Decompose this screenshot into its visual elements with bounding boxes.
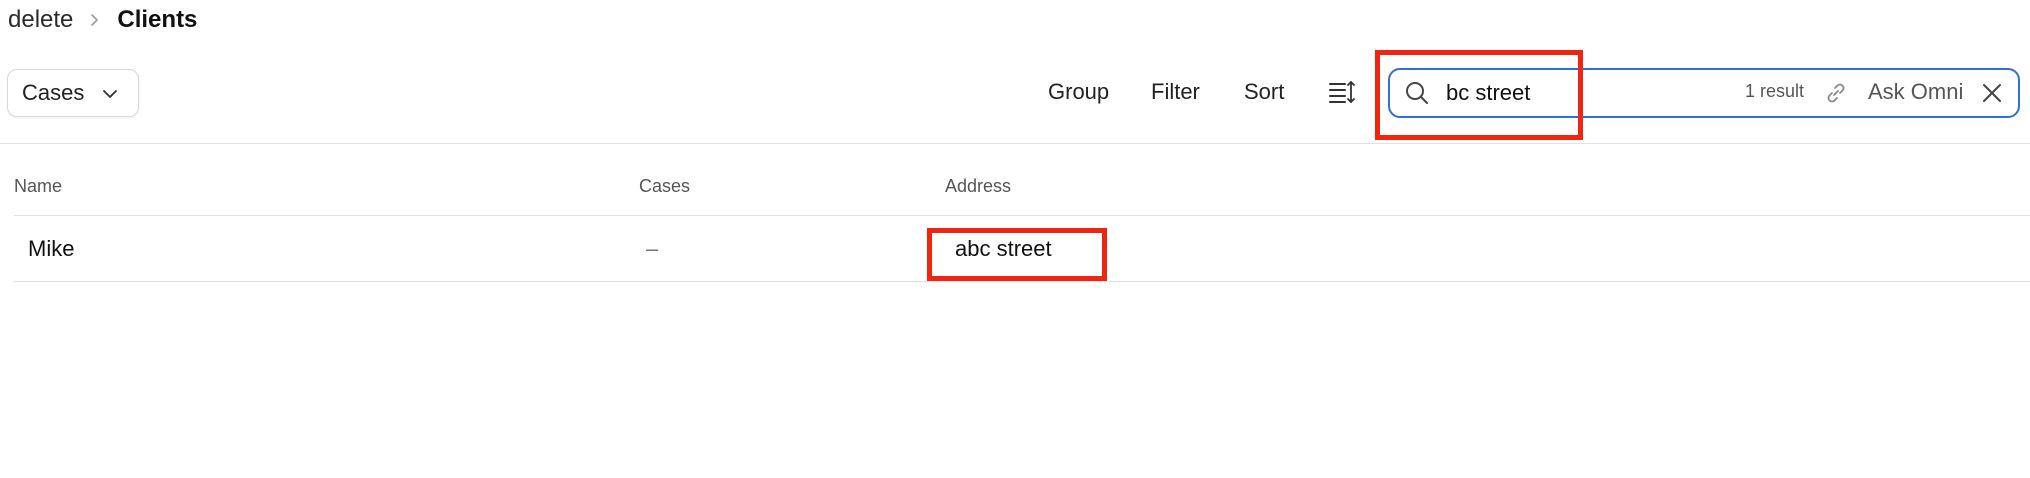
search-result-count: 1 result (1745, 81, 1805, 101)
cell-name[interactable]: Mike (28, 236, 74, 262)
breadcrumb: delete Clients (8, 2, 197, 38)
column-header-address[interactable]: Address (945, 176, 1011, 197)
ask-omni-button[interactable]: Ask Omni (1868, 79, 1963, 105)
chevron-right-icon (87, 13, 101, 27)
search-icon (1404, 80, 1430, 106)
chevron-down-icon (100, 84, 120, 104)
filter-button[interactable]: Filter (1151, 73, 1200, 111)
row-divider (14, 281, 2030, 282)
column-header-name[interactable]: Name (14, 176, 62, 197)
view-select-button[interactable]: Cases (7, 69, 139, 117)
cell-address[interactable]: abc street (955, 236, 1052, 262)
search-bar: 1 result Ask Omni (1388, 68, 2020, 118)
group-button[interactable]: Group (1048, 73, 1109, 111)
column-header-cases[interactable]: Cases (639, 176, 690, 197)
breadcrumb-parent[interactable]: delete (8, 6, 73, 34)
link-icon[interactable] (1823, 80, 1849, 106)
view-select-label: Cases (22, 80, 85, 105)
sort-button[interactable]: Sort (1244, 73, 1284, 111)
cell-cases[interactable]: – (646, 236, 658, 262)
close-icon[interactable] (1980, 81, 2004, 105)
table-row[interactable]: Mike – abc street (14, 216, 2030, 281)
toolbar-divider (0, 143, 2030, 144)
table-header: Name Cases Address (14, 170, 2030, 204)
toolbar: Cases Group Filter Sort 1 result (0, 60, 2030, 124)
row-density-icon[interactable] (1328, 79, 1356, 105)
search-input[interactable] (1446, 76, 1706, 110)
page-title: Clients (117, 6, 198, 33)
